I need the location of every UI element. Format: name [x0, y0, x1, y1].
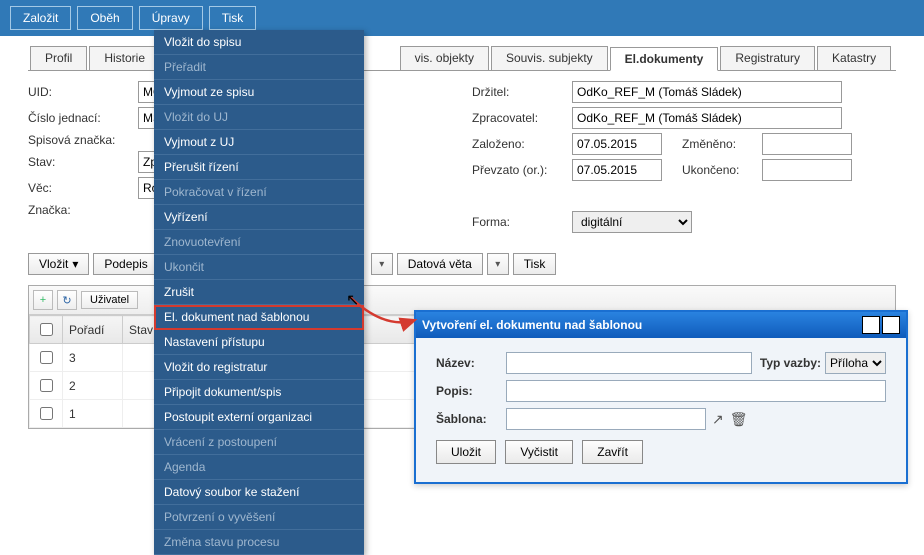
dialog-zavrit-button[interactable]: Zavřít: [582, 440, 643, 464]
menu-item-11[interactable]: El. dokument nad šablonou: [154, 305, 364, 330]
drzitel-label: Držitel:: [462, 85, 572, 99]
menu-item-18[interactable]: Datový soubor ke stažení: [154, 480, 364, 505]
dialog-popout-icon[interactable]: ↗: [862, 316, 880, 334]
row-check[interactable]: [40, 407, 53, 420]
stav-label: Stav:: [28, 155, 138, 169]
typ-select[interactable]: Příloha: [825, 352, 886, 374]
drzitel-field: [572, 81, 842, 103]
tab-katastry[interactable]: Katastry: [817, 46, 891, 70]
grid-checkall[interactable]: [40, 323, 53, 336]
cislojed-label: Číslo jednací:: [28, 111, 138, 125]
menu-item-15[interactable]: Postoupit externí organizaci: [154, 405, 364, 430]
menu-item-4[interactable]: Vyjmout z UJ: [154, 130, 364, 155]
ukonceno-label: Ukončeno:: [682, 163, 762, 177]
menu-item-17: Agenda: [154, 455, 364, 480]
menu-item-5[interactable]: Přerušit řízení: [154, 155, 364, 180]
forma-label: Forma:: [462, 215, 572, 229]
podepis-button[interactable]: Podepis: [93, 253, 158, 275]
create-eldoc-dialog: Vytvoření el. dokumentu nad šablonou ↗ ✕…: [414, 310, 908, 484]
small-action-1[interactable]: ▾: [371, 253, 393, 275]
zmeneno-field: [762, 133, 852, 155]
menu-item-16: Vrácení z postoupení: [154, 430, 364, 455]
tab-registratury[interactable]: Registratury: [720, 46, 815, 70]
forma-select[interactable]: digitální: [572, 211, 692, 233]
row-check[interactable]: [40, 351, 53, 364]
zpracovatel-field: [572, 107, 842, 129]
prevzato-label: Převzato (or.):: [462, 163, 572, 177]
chevron-down-icon: ▾: [72, 257, 78, 271]
grid-add-icon[interactable]: +: [33, 290, 53, 310]
toolbar-tisk[interactable]: Tisk: [209, 6, 257, 30]
row-check[interactable]: [40, 379, 53, 392]
menu-item-0[interactable]: Vložit do spisu: [154, 30, 364, 55]
cell-poradi: 3: [63, 344, 123, 372]
dialog-vycistit-button[interactable]: Vyčistit: [505, 440, 573, 464]
ukonceno-field: [762, 159, 852, 181]
vec-label: Věc:: [28, 181, 138, 195]
menu-item-3: Vložit do UJ: [154, 105, 364, 130]
toolbar-obeh[interactable]: Oběh: [77, 6, 132, 30]
popis-field[interactable]: [506, 380, 886, 402]
menu-item-6: Pokračovat v řízení: [154, 180, 364, 205]
menu-item-12[interactable]: Nastavení přístupu: [154, 330, 364, 355]
upravy-dropdown: Vložit do spisuPřeřaditVyjmout ze spisuV…: [154, 30, 364, 555]
mouse-cursor-icon: ↖: [346, 290, 359, 310]
menu-item-9: Ukončit: [154, 255, 364, 280]
menu-item-8: Znovuotevření: [154, 230, 364, 255]
tab-historie[interactable]: Historie: [89, 46, 160, 70]
menu-item-13[interactable]: Vložit do registratur: [154, 355, 364, 380]
cell-poradi: 2: [63, 372, 123, 400]
menu-item-19: Potvrzení o vyvěšení: [154, 505, 364, 530]
col-poradi[interactable]: Pořadí: [63, 316, 123, 344]
vlozit-button[interactable]: Vložit▾: [28, 253, 89, 275]
toolbar-zalozit[interactable]: Založit: [10, 6, 71, 30]
grid-uzivatel-button[interactable]: Uživatel: [81, 291, 138, 309]
tab-eldokumenty[interactable]: El.dokumenty: [610, 47, 719, 71]
dialog-ulozit-button[interactable]: Uložit: [436, 440, 496, 464]
nazev-label: Název:: [436, 356, 506, 370]
tisk-button[interactable]: Tisk: [513, 253, 557, 275]
zpracovatel-label: Zpracovatel:: [462, 111, 572, 125]
toolbar-upravy[interactable]: Úpravy: [139, 6, 203, 30]
menu-item-10[interactable]: Zrušit: [154, 280, 364, 305]
sablona-field[interactable]: [506, 408, 706, 430]
spisova-label: Spisová značka:: [28, 133, 138, 147]
zalozeno-field: [572, 133, 662, 155]
typ-label: Typ vazby:: [760, 356, 821, 370]
dialog-close-icon[interactable]: ✕: [882, 316, 900, 334]
uid-label: UID:: [28, 85, 138, 99]
znacka-label: Značka:: [28, 203, 138, 217]
menu-item-2[interactable]: Vyjmout ze spisu: [154, 80, 364, 105]
nazev-field[interactable]: [506, 352, 752, 374]
sablona-label: Šablona:: [436, 412, 506, 426]
menu-item-20: Změna stavu procesu: [154, 530, 364, 555]
menu-item-14[interactable]: Připojit dokument/spis: [154, 380, 364, 405]
dialog-title: Vytvoření el. dokumentu nad šablonou: [422, 318, 642, 332]
zalozeno-label: Založeno:: [462, 137, 572, 151]
tab-profil[interactable]: Profil: [30, 46, 87, 70]
menu-item-1: Přeřadit: [154, 55, 364, 80]
prevzato-field: [572, 159, 662, 181]
popis-label: Popis:: [436, 384, 506, 398]
grid-refresh-icon[interactable]: ↻: [57, 290, 77, 310]
zmeneno-label: Změněno:: [682, 137, 762, 151]
sablona-popout-icon[interactable]: ↗: [712, 411, 724, 428]
tab-vis-objekty[interactable]: vis. objekty: [400, 46, 489, 70]
menu-item-7[interactable]: Vyřízení: [154, 205, 364, 230]
small-action-2[interactable]: ▾: [487, 253, 509, 275]
sablona-delete-icon[interactable]: 🗑: [730, 411, 748, 428]
cell-poradi: 1: [63, 400, 123, 428]
tab-souvis-subjekty[interactable]: Souvis. subjekty: [491, 46, 608, 70]
datova-veta-button[interactable]: Datová věta: [397, 253, 483, 275]
